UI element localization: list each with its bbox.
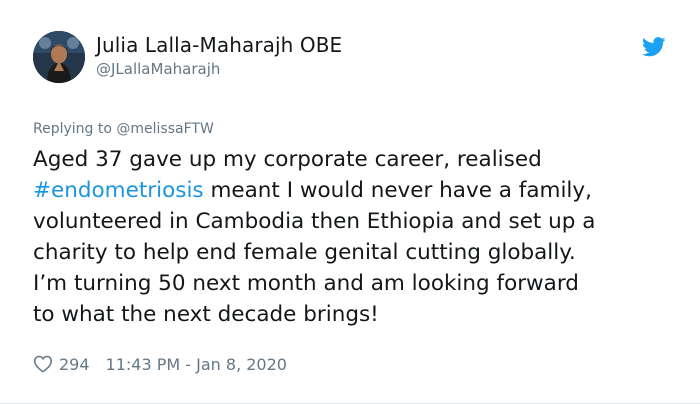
profile-photo-icon [33,31,85,83]
tweet-line-3: volunteered in Cambodia then Ethiopia an… [33,209,596,234]
author-handle[interactable]: @JLallaMaharajh [96,60,220,78]
avatar[interactable] [33,31,85,83]
hashtag-link[interactable]: #endometriosis [33,178,204,203]
reply-handle-link[interactable]: @melissaFTW [116,121,213,137]
replying-to-label: Replying to [33,121,117,137]
tweet-line-5: I’m turning 50 next month and am looking… [33,271,579,296]
like-count: 294 [59,354,90,374]
author-display-name[interactable]: Julia Lalla-Maharajh OBE [96,33,342,57]
tweet-line-6: to what the next decade brings! [33,302,379,327]
tweet-text: Aged 37 gave up my corporate career, rea… [33,144,683,330]
tweet-line-2: #endometriosis meant I would never have … [33,175,683,206]
tweet-timestamp[interactable]: 11:43 PM - Jan 8, 2020 [106,355,287,374]
tweet-line-4: charity to help end female genital cutti… [33,240,576,265]
tweet-line-1: Aged 37 gave up my corporate career, rea… [33,147,542,172]
tweet-footer: 294 11:43 PM - Jan 8, 2020 [33,353,287,375]
twitter-bird-icon[interactable] [642,37,666,57]
heart-icon[interactable] [33,354,53,374]
tweet-line-2-text: meant I would never have a family, [203,178,592,203]
replying-to: Replying to @melissaFTW [33,121,214,137]
tweet-card: Julia Lalla-Maharajh OBE @JLallaMaharajh… [0,0,700,404]
